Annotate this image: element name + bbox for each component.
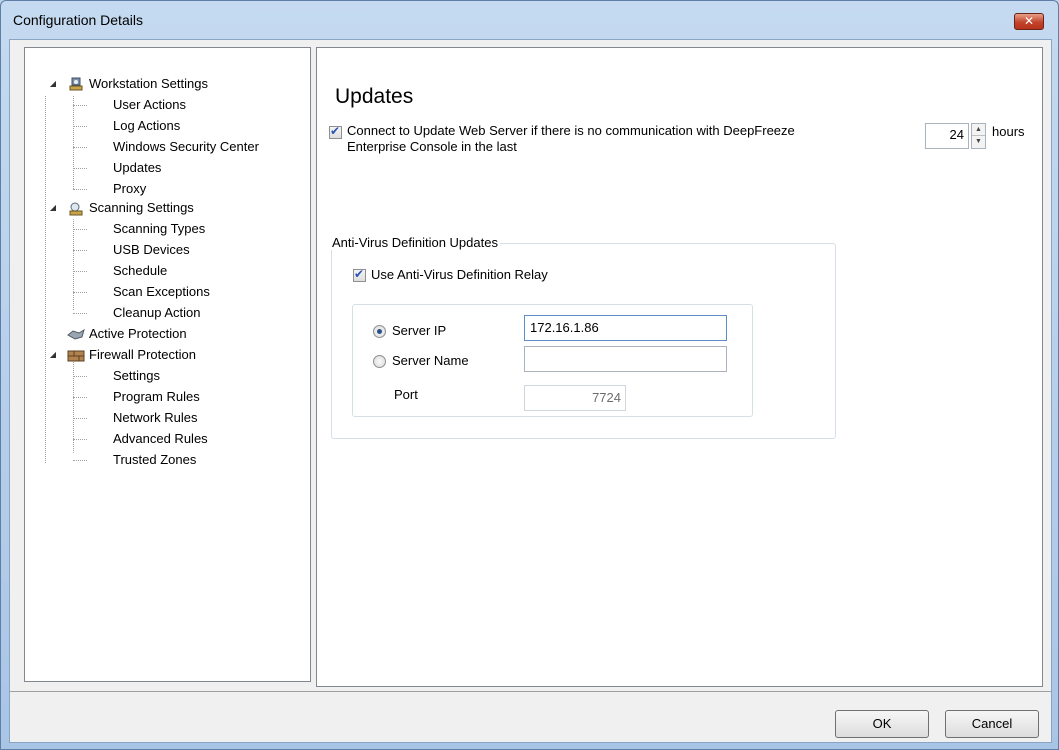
tree-label: Schedule: [113, 263, 168, 278]
connect-update-label-cont: Enterprise Console in the last: [347, 139, 517, 154]
tree-connector: [45, 96, 46, 463]
tree-connector: [73, 271, 87, 272]
scanning-icon: [67, 201, 83, 216]
title-bar: Configuration Details ✕: [1, 1, 1058, 39]
spinner-down-icon[interactable]: ▼: [972, 136, 985, 148]
tree-label: Scanning Types: [113, 221, 206, 236]
tree-connector: [73, 96, 74, 189]
cancel-button[interactable]: Cancel: [945, 710, 1039, 738]
spinner-up-icon[interactable]: ▲: [972, 124, 985, 136]
hours-spinner[interactable]: ▲ ▼: [971, 123, 986, 149]
configuration-details-window: Configuration Details ✕ ◢ Workstation Se…: [0, 0, 1059, 750]
server-ip-radio[interactable]: [373, 325, 386, 338]
tree-label: Trusted Zones: [113, 452, 197, 467]
tree-item-workstation-settings[interactable]: ◢ Workstation Settings: [47, 74, 307, 94]
hours-label: hours: [992, 124, 1025, 139]
relay-checkbox[interactable]: [353, 267, 366, 282]
server-ip-label: Server IP: [392, 323, 447, 338]
tree-connector: [73, 313, 87, 314]
tree-label: Log Actions: [113, 118, 181, 133]
tree-connector: [73, 418, 87, 419]
tree-label: USB Devices: [113, 242, 190, 257]
server-name-label: Server Name: [392, 353, 469, 368]
collapse-arrow-icon[interactable]: ◢: [47, 198, 59, 218]
group-title: Anti-Virus Definition Updates: [330, 235, 500, 250]
hours-input[interactable]: 24: [925, 123, 969, 149]
tree-label: Advanced Rules: [113, 431, 208, 446]
server-name-input[interactable]: [524, 346, 727, 372]
connect-update-label: Connect to Update Web Server if there is…: [347, 123, 795, 138]
relay-label: Use Anti-Virus Definition Relay: [371, 267, 548, 282]
updates-panel: Updates Connect to Update Web Server if …: [316, 47, 1043, 687]
workstation-icon: [67, 77, 83, 91]
antivirus-updates-group: Anti-Virus Definition Updates Use Anti-V…: [330, 235, 836, 439]
tree-connector: [73, 397, 87, 398]
settings-tree[interactable]: ◢ Workstation Settings User Actions Log …: [24, 47, 311, 682]
tree-connector: [73, 168, 87, 169]
tree-connector: [73, 376, 87, 377]
tree-label: Workstation Settings: [89, 76, 208, 91]
port-label: Port: [394, 387, 418, 402]
tree-connector: [73, 439, 87, 440]
tree-label: Firewall Protection: [89, 347, 196, 362]
tree-item-firewall-protection[interactable]: ◢ Firewall Protection: [47, 345, 307, 365]
split-container: ◢ Workstation Settings User Actions Log …: [10, 40, 1051, 692]
tree-item-active-protection[interactable]: Active Protection: [47, 324, 307, 344]
page-title: Updates: [335, 85, 414, 108]
tree-label: Network Rules: [113, 410, 198, 425]
tree-connector: [73, 250, 87, 251]
collapse-arrow-icon[interactable]: ◢: [47, 74, 59, 94]
active-protection-icon: [67, 327, 85, 341]
tree-item-scanning-settings[interactable]: ◢ Scanning Settings: [47, 198, 307, 218]
tree-label: Scan Exceptions: [113, 284, 210, 299]
tree-connector: [73, 292, 87, 293]
tree-label: Program Rules: [113, 389, 200, 404]
tree-connector: [73, 189, 87, 190]
tree-label: Proxy: [113, 181, 147, 196]
tree-label: User Actions: [113, 97, 186, 112]
ok-button[interactable]: OK: [835, 710, 929, 738]
server-ip-input[interactable]: 172.16.1.86: [524, 315, 727, 341]
tree-connector: [73, 105, 87, 106]
tree-label: Active Protection: [89, 326, 187, 341]
port-input: 7724: [524, 385, 626, 411]
close-button[interactable]: ✕: [1014, 13, 1044, 30]
window-title: Configuration Details: [13, 12, 143, 28]
tree-connector: [73, 219, 74, 310]
collapse-arrow-icon[interactable]: ◢: [47, 345, 59, 365]
tree-connector: [73, 229, 87, 230]
connect-update-checkbox[interactable]: [329, 124, 342, 139]
tree-label: Windows Security Center: [113, 139, 259, 154]
firewall-icon: [67, 348, 85, 362]
relay-server-box: Server IP 172.16.1.86 Server Name Port 7…: [352, 304, 753, 417]
tree-connector: [73, 460, 87, 461]
dialog-client-area: ◢ Workstation Settings User Actions Log …: [9, 39, 1052, 743]
tree-label: Updates: [113, 160, 162, 175]
server-name-radio[interactable]: [373, 355, 386, 368]
tree-connector: [73, 126, 87, 127]
tree-label: Settings: [113, 368, 160, 383]
tree-label: Scanning Settings: [89, 200, 194, 215]
tree-label: Cleanup Action: [113, 305, 201, 320]
tree-connector: [73, 147, 87, 148]
